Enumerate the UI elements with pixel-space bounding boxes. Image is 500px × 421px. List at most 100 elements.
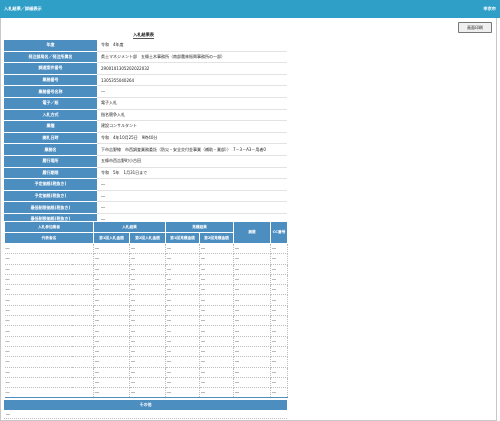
table-cell: ― xyxy=(4,294,94,306)
detail-label: 調達案件番号 xyxy=(4,62,97,75)
table-cell: ― xyxy=(199,305,234,317)
table-cell: ― xyxy=(4,367,94,378)
table-row: ― ― ― ― ― ― ― xyxy=(4,325,288,337)
table-cell: ― xyxy=(165,253,200,265)
header-right-text: 申京市 xyxy=(483,6,496,11)
table-cell: ― xyxy=(165,356,200,368)
table-cell: ― xyxy=(4,325,94,337)
table-cell: ― xyxy=(4,336,94,347)
table-cell: ― xyxy=(4,274,94,286)
table-row: ― ― ― ― ― ― ― xyxy=(4,387,288,399)
col-remarks: 摘要 xyxy=(233,221,271,244)
detail-value: 下市吉野線 市西調査業務委託（防災・安全交付金事業（補助・業部）） 7－3－A3… xyxy=(97,143,287,156)
table-cell: ― xyxy=(233,315,271,327)
table-cell: ― xyxy=(4,305,94,317)
table-cell: ― xyxy=(165,243,200,255)
table-cell: ― xyxy=(199,274,234,286)
detail-value: 電子入札 xyxy=(97,97,287,110)
table-row: ― ― ― ― ― ― ― xyxy=(4,315,288,327)
col-first-amount: 第1回入札金額 xyxy=(93,232,130,244)
table-cell: ― xyxy=(129,274,166,286)
table-cell: ― xyxy=(270,356,288,368)
detail-value: 県土マネジメント部 五條土木事務所（南部農林振興事務所の一部） xyxy=(97,51,287,64)
table-cell: ― xyxy=(233,336,271,347)
table-cell: ― xyxy=(165,367,200,378)
table-cell: ― xyxy=(93,325,130,337)
col-second-estimate: 第2回見積金額 xyxy=(199,232,234,244)
detail-label: 予定価格(税抜き) xyxy=(4,178,97,191)
table-cell: ― xyxy=(199,367,234,378)
table-cell: ― xyxy=(270,294,288,306)
detail-label: 予定価格(税抜き) xyxy=(4,190,97,203)
detail-value: ― xyxy=(97,201,287,214)
detail-row: 業種 建設コンサルタント xyxy=(4,120,287,133)
print-button[interactable]: 画面印刷 xyxy=(458,22,492,33)
table-cell: ― xyxy=(129,325,166,337)
table-cell: ― xyxy=(165,346,200,358)
table-cell: ― xyxy=(165,387,200,399)
table-cell: ― xyxy=(199,377,234,389)
table-cell: ― xyxy=(270,305,288,317)
col-company: 代表者名 xyxy=(4,232,94,244)
table-cell: ― xyxy=(270,315,288,327)
table-cell: ― xyxy=(129,377,166,389)
table-cell: ― xyxy=(270,264,288,275)
group-results: 入札結果 xyxy=(93,221,166,233)
table-cell: ― xyxy=(270,274,288,286)
page-title: 入札結果／詳細表示 xyxy=(4,6,42,11)
detail-row: 年度 令和 4年度 xyxy=(4,40,287,52)
group-participants: 入札参加業者 xyxy=(4,221,94,233)
table-cell: ― xyxy=(129,387,166,399)
table-cell: ― xyxy=(199,253,234,265)
table-cell: ― xyxy=(93,274,130,286)
detail-label: 業務名 xyxy=(4,143,97,156)
table-cell: ― xyxy=(199,325,234,337)
table-cell: ― xyxy=(233,367,271,378)
table-cell: ― xyxy=(4,377,94,389)
table-cell: ― xyxy=(4,264,94,275)
detail-value: 指名競争入札 xyxy=(97,109,287,122)
table-cell: ― xyxy=(129,284,166,296)
table-cell: ― xyxy=(199,336,234,347)
table-cell: ― xyxy=(129,356,166,368)
table-row: ― ― ― ― ― ― ― xyxy=(4,243,288,255)
table-cell: ― xyxy=(165,315,200,327)
table-cell: ― xyxy=(270,367,288,378)
detail-value: 令和 5年 1月31日まで xyxy=(97,167,287,180)
table-cell: ― xyxy=(4,243,94,255)
table-row: ― ― ― ― ― ― ― xyxy=(4,253,288,265)
detail-row: 開札日時 令和 4年10月25日 9時40分 xyxy=(4,132,287,145)
table-cell: ― xyxy=(270,377,288,389)
detail-value: 1305355040264 xyxy=(97,74,287,87)
detail-label: 開札日時 xyxy=(4,132,97,145)
table-cell: ― xyxy=(270,336,288,347)
table-row: ― ― ― ― ― ― ― xyxy=(4,274,288,286)
table-cell: ― xyxy=(270,253,288,265)
table-cell: ― xyxy=(129,253,166,265)
detail-value: ― xyxy=(97,85,287,98)
table-row: ― ― ― ― ― ― ― xyxy=(4,346,288,358)
detail-label: 発注部局名／発注所属名 xyxy=(4,51,97,64)
detail-label: 履行期限 xyxy=(4,167,97,180)
detail-value: 令和 4年10月25日 9時40分 xyxy=(97,132,287,145)
table-cell: ― xyxy=(129,294,166,306)
detail-row: 発注部局名／発注所属名 県土マネジメント部 五條土木事務所（南部農林振興事務所の一… xyxy=(4,51,287,64)
detail-label: 入札方式 xyxy=(4,109,97,122)
table-cell: ― xyxy=(199,356,234,368)
table-cell: ― xyxy=(129,243,166,255)
table-cell: ― xyxy=(233,325,271,337)
detail-row: 予定価格(税抜き) ― xyxy=(4,178,287,191)
details-table: 年度 令和 4年度 発注部局名／発注所属名 県土マネジメント部 五條土木事務所（南部農… xyxy=(4,40,287,238)
detail-row: 履行場所 五條市西吉野町小古田 xyxy=(4,155,287,168)
title-bar: 入札結果／詳細表示 申京市 xyxy=(0,0,500,18)
detail-label: 履行場所 xyxy=(4,155,97,168)
table-row: ― ― ― ― ― ― ― xyxy=(4,367,288,378)
group-negotiation: 見積結果 xyxy=(165,221,234,233)
table-cell: ― xyxy=(93,367,130,378)
table-cell: ― xyxy=(165,305,200,317)
table-cell: ― xyxy=(93,336,130,347)
table-cell: ― xyxy=(199,387,234,399)
detail-row: 調達案件番号 2900101305202022032 xyxy=(4,62,287,75)
detail-label: 業務番号名称 xyxy=(4,85,97,98)
table-cell: ― xyxy=(199,264,234,275)
